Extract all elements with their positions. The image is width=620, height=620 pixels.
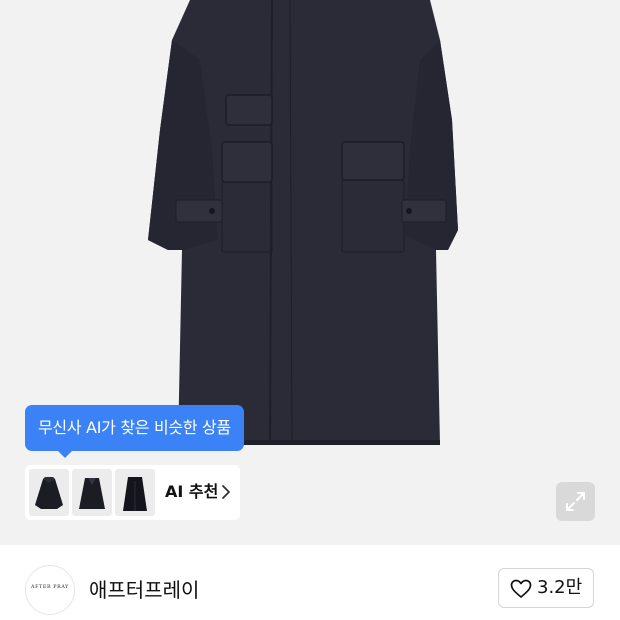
ai-recommendation-label[interactable]: AI 추천 (165, 482, 218, 502)
like-button[interactable]: 3.2만 (498, 568, 594, 608)
heart-icon (510, 579, 532, 598)
chevron-right-icon (222, 485, 230, 499)
product-image-area[interactable]: 무신사 AI가 찾은 비슷한 상품 AI 추천 (0, 0, 620, 545)
ai-recommendation-strip[interactable]: AI 추천 (25, 465, 240, 520)
like-count: 3.2만 (537, 577, 583, 598)
ai-similar-products-tooltip: 무신사 AI가 찾은 비슷한 상품 (25, 405, 244, 458)
coat-thumbnail-1[interactable] (29, 469, 69, 516)
expand-image-button[interactable] (556, 482, 595, 521)
coat-product-image (148, 0, 458, 446)
brand-row: AFTER PRAY 애프터프레이 3.2만 (0, 545, 620, 620)
coat-thumbnail-3[interactable] (115, 469, 155, 516)
coat-thumbnail-2[interactable] (72, 469, 112, 516)
expand-icon (566, 492, 585, 511)
brand-logo[interactable]: AFTER PRAY (25, 565, 75, 615)
brand-logo-text: AFTER PRAY (31, 585, 69, 590)
brand-name[interactable]: 애프터프레이 (89, 576, 199, 604)
